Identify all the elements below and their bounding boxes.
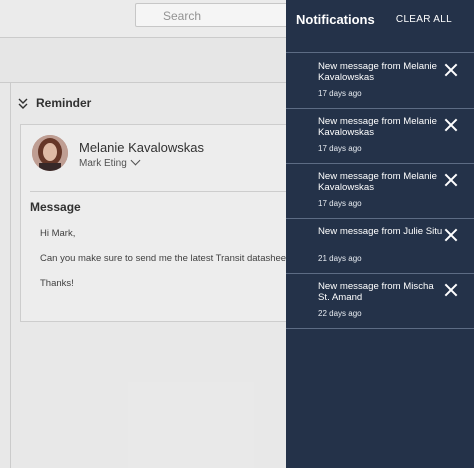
notification-time: 21 days ago [318,254,362,263]
notification-item[interactable]: New message from Melanie Kavalowskas 17 … [286,108,474,164]
notifications-panel: Notifications CLEAR ALL New message from… [286,0,474,468]
notification-time: 17 days ago [318,144,362,153]
notification-item[interactable]: New message from Melanie Kavalowskas 17 … [286,53,474,109]
close-icon[interactable] [444,63,458,77]
close-icon[interactable] [444,118,458,132]
clear-all-button[interactable]: CLEAR ALL [396,14,452,25]
notification-time: 17 days ago [318,199,362,208]
notification-text: New message from Julie Situ [318,226,443,237]
notification-item[interactable]: New message from Julie Situ 21 days ago [286,218,474,274]
notification-text: New message from Mischa St. Amand [318,281,434,303]
notification-text: New message from Melanie Kavalowskas [318,61,437,83]
notification-item[interactable]: New message from Mischa St. Amand 22 day… [286,273,474,329]
notification-text: New message from Melanie Kavalowskas [318,171,437,193]
close-icon[interactable] [444,228,458,242]
notification-time: 17 days ago [318,89,362,98]
background-dim [0,0,286,468]
notification-time: 22 days ago [318,309,362,318]
close-icon[interactable] [444,283,458,297]
panel-title: Notifications [296,12,375,27]
notification-item[interactable]: New message from Melanie Kavalowskas 17 … [286,163,474,219]
close-icon[interactable] [444,173,458,187]
notification-text: New message from Melanie Kavalowskas [318,116,437,138]
